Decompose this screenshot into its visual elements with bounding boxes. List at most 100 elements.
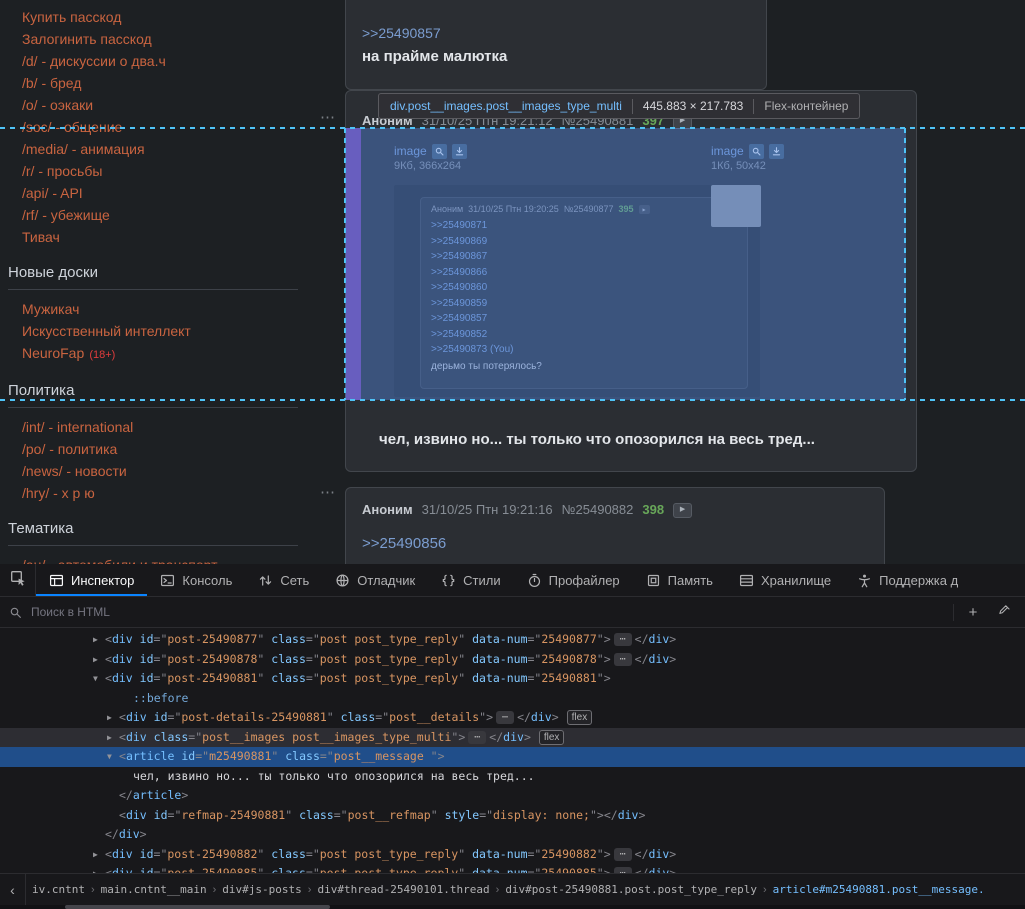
syntax: > [486,710,493,724]
download-image-button[interactable] [769,144,784,159]
sidebar-link[interactable]: /o/ - оэкаки [22,94,312,116]
markup-view: ▶<div id="post-25490877" class="post pos… [0,628,1025,873]
markup-row[interactable]: ▶<div class="post__images post__images_t… [0,728,1025,748]
tab-label: Сеть [280,573,309,588]
sidebar-link[interactable]: NeuroFap (18+) [22,342,312,366]
post-number-link[interactable]: №25490882 [562,502,634,518]
expand-arrow-icon[interactable]: ▶ [93,845,105,865]
markup-row[interactable]: </article> [0,786,1025,806]
markup-row[interactable]: <div id="refmap-25490881" class="post__r… [0,806,1025,826]
sidebar-link[interactable]: Искусственный интеллект [22,320,312,342]
image-link[interactable]: image [394,144,427,158]
attribute-value: post__details [389,710,479,724]
image-thumbnail-small[interactable] [711,185,761,227]
tab-profiler[interactable]: Профайлер [514,564,633,596]
sidebar-link[interactable]: /media/ - анимация [22,138,312,160]
expand-arrow-icon[interactable]: ▼ [93,669,105,689]
attribute-name: id [140,652,154,666]
tab-inspector[interactable]: Инспектор [36,564,147,596]
expand-arrow-icon[interactable]: ▶ [107,728,119,748]
markup-row[interactable]: ▶<div id="post-details-25490881" class="… [0,708,1025,728]
syntax [133,652,140,666]
expand-arrow-icon[interactable]: ▼ [107,747,119,767]
post-menu-button[interactable]: ⋯ [320,483,336,501]
expand-arrow-icon[interactable]: ▶ [93,630,105,650]
markup-row[interactable]: ▶<div id="post-25490882" class="post pos… [0,845,1025,865]
sidebar-link[interactable]: /hry/ - х р ю [22,482,312,504]
markup-row[interactable]: </div> [0,825,1025,845]
breadcrumb-item[interactable]: article#m25490881.post__message. [767,883,991,896]
breadcrumb-item[interactable]: div#post-25490881.post.post_type_reply [499,883,763,896]
tab-memory[interactable]: Память [633,564,726,596]
tab-styles[interactable]: Стили [428,564,513,596]
download-image-button[interactable] [452,144,467,159]
tab-accessibility[interactable]: Поддержка д [844,564,971,596]
syntax: ></ [597,808,618,822]
sidebar-link[interactable]: /api/ - API [22,182,312,204]
reply-link: >>25490852 [431,327,737,343]
zoom-image-button[interactable] [749,144,764,159]
sidebar-link[interactable]: Залогинить пасскод [22,28,312,50]
image-link[interactable]: image [711,144,744,158]
reply-link: >>25490871 [431,218,737,234]
collapsed-content-ellipsis[interactable]: ⋯ [614,633,632,646]
scrollbar-thumb[interactable] [65,905,330,909]
sidebar-link[interactable]: /d/ - дискуссии о два.ч [22,50,312,72]
flex-badge[interactable]: flex [539,730,565,745]
breadcrumb-scroll-left-button[interactable]: ‹ [0,874,26,905]
collapsed-content-ellipsis[interactable]: ⋯ [614,653,632,666]
node-picker-button[interactable] [0,564,36,596]
flex-badge[interactable]: flex [567,710,593,725]
sidebar-link[interactable]: /r/ - просьбы [22,160,312,182]
markup-row[interactable]: ▼<article id="m25490881" class="post__me… [0,747,1025,767]
collapsed-content-ellipsis[interactable]: ⋯ [614,867,632,873]
zoom-image-button[interactable] [432,144,447,159]
markup-row[interactable]: чел, извино но... ты только что опозорил… [0,767,1025,787]
sidebar-link[interactable]: /rf/ - убежище [22,204,312,226]
play-button[interactable]: ▶ [673,503,692,518]
breadcrumb-item[interactable]: div#js-posts [216,883,307,896]
tag-name: div [112,671,133,685]
markup-row[interactable]: ::before [0,689,1025,709]
expand-arrow-icon[interactable]: ▶ [107,708,119,728]
reply-link[interactable]: >>25490856 [362,535,868,552]
markup-row[interactable]: ▶<div id="post-25490877" class="post pos… [0,630,1025,650]
markup-row[interactable]: ▼<div id="post-25490881" class="post pos… [0,669,1025,689]
expand-arrow-icon[interactable]: ▶ [93,864,105,873]
infobar-dimensions: 445.883 × 217.783 [643,99,743,113]
add-node-button[interactable]: + [961,600,985,624]
breadcrumb-item[interactable]: iv.cntnt [26,883,91,896]
divider [753,99,754,114]
sidebar-link[interactable]: /b/ - бред [22,72,312,94]
image-thumbnail-large[interactable]: Аноним 31/10/25 Птн 19:20:25 №25490877 3… [394,185,760,397]
sidebar-link[interactable]: Мужикач [22,298,312,320]
sidebar-link[interactable]: Купить пасскод [22,6,312,28]
tag-name: div [119,827,140,841]
attribute-name: id [140,847,154,861]
sidebar-link[interactable]: Тивач [22,226,312,248]
sidebar-link[interactable]: /au/ - автомобили и транспорт [22,554,312,564]
reply-link: >>25490869 [431,234,737,250]
tab-debugger[interactable]: Отладчик [322,564,428,596]
collapsed-content-ellipsis[interactable]: ⋯ [614,848,632,861]
search-icon [9,606,22,619]
breadcrumb-item[interactable]: div#thread-25490101.thread [311,883,495,896]
tab-console[interactable]: Консоль [147,564,245,596]
tab-storage[interactable]: Хранилище [726,564,844,596]
poster-name: Аноним [362,502,413,518]
search-input[interactable] [29,604,946,620]
sidebar-link[interactable]: /int/ - international [22,416,312,438]
markup-row[interactable]: ▶<div id="post-25490878" class="post pos… [0,650,1025,670]
tab-network[interactable]: Сеть [245,564,322,596]
collapsed-content-ellipsis[interactable]: ⋯ [496,711,514,724]
reply-link[interactable]: >>25490857 [362,25,750,41]
console-icon [160,573,175,588]
expand-arrow-icon[interactable]: ▶ [93,650,105,670]
breadcrumb-item[interactable]: main.cntnt__main [95,883,213,896]
sidebar-link[interactable]: /po/ - политика [22,438,312,460]
sidebar-link[interactable]: /news/ - новости [22,460,312,482]
markup-row[interactable]: ▶<div id="post-25490885" class="post pos… [0,864,1025,873]
eyedropper-button[interactable] [992,600,1016,624]
collapsed-content-ellipsis[interactable]: ⋯ [468,731,486,744]
post-menu-button[interactable]: ⋯ [320,108,336,126]
